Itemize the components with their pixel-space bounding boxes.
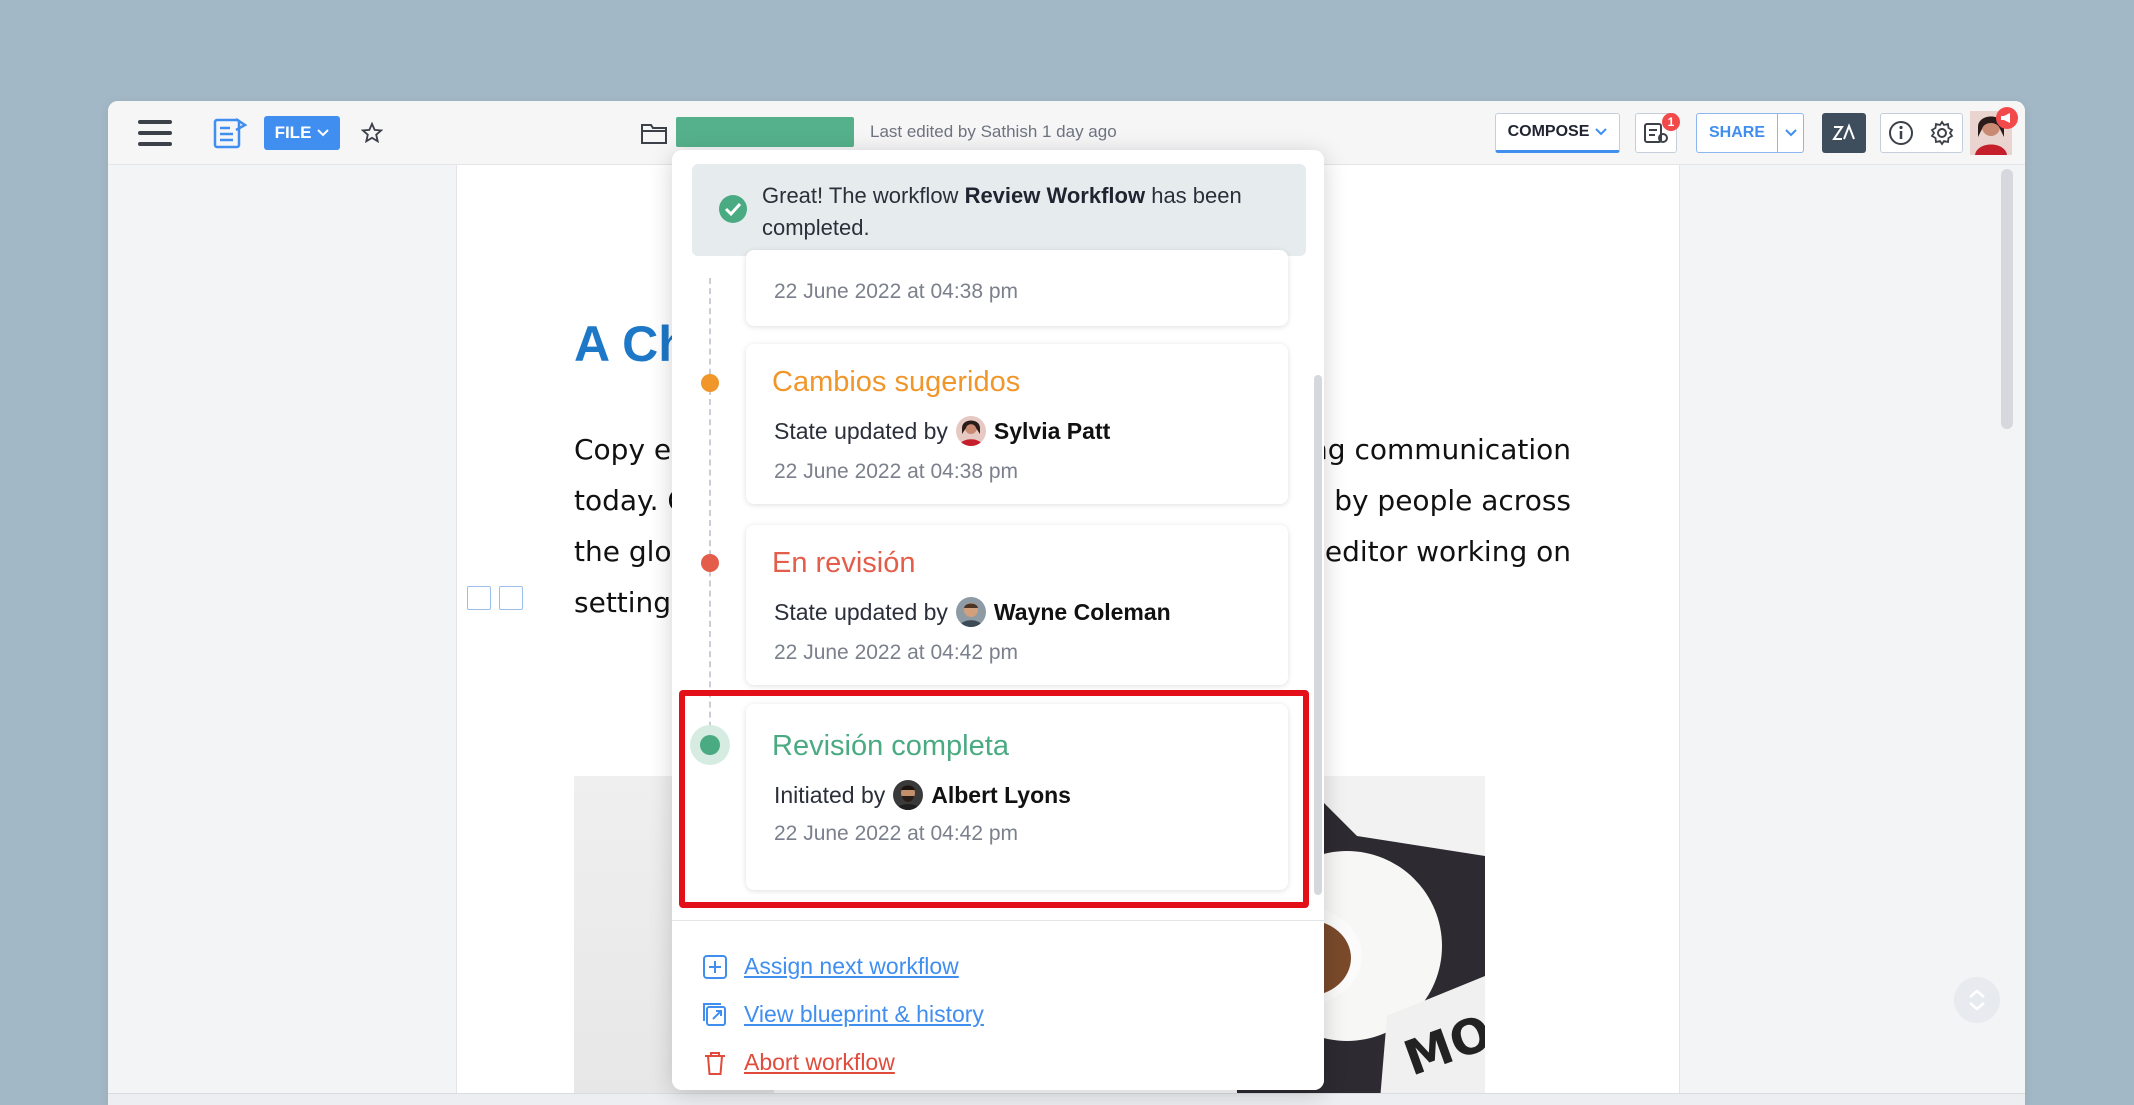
- file-menu-button[interactable]: FILE: [264, 116, 340, 150]
- timeline-card: Cambios sugeridos State updated by Sylvi…: [746, 344, 1288, 504]
- card-state: En revisión: [772, 547, 916, 579]
- timeline-card: En revisión State updated by Wayne Colem…: [746, 525, 1288, 685]
- panel-footer: Assign next workflow View blueprint & hi…: [672, 920, 1324, 1090]
- assign-next-workflow-label: Assign next workflow: [744, 953, 959, 979]
- chevron-down-icon: [1784, 129, 1797, 137]
- compose-button[interactable]: COMPOSE: [1495, 113, 1620, 153]
- success-prefix: Great! The workflow: [762, 183, 965, 208]
- abort-workflow-label: Abort workflow: [744, 1049, 895, 1075]
- info-icon[interactable]: [1880, 113, 1922, 153]
- card-date: 22 June 2022 at 04:42 pm: [774, 641, 1019, 664]
- status-bar: [108, 1093, 2025, 1105]
- view-blueprint-link[interactable]: View blueprint & history: [702, 1001, 984, 1028]
- card-state: Cambios sugeridos: [772, 366, 1021, 398]
- timeline-dot: [701, 374, 719, 392]
- highlight-box: [679, 690, 1309, 908]
- announcement-icon[interactable]: [1996, 107, 2018, 129]
- view-blueprint-label: View blueprint & history: [744, 1001, 984, 1027]
- abort-workflow-link[interactable]: Abort workflow: [702, 1049, 895, 1076]
- paragraph-line: ng communication: [1310, 433, 1571, 466]
- add-block-icon[interactable]: [467, 586, 491, 610]
- workflow-panel: Great! The workflow Review Workflow has …: [672, 150, 1324, 1090]
- menu-icon[interactable]: [138, 120, 172, 146]
- workflow-name: Review Workflow: [964, 183, 1146, 208]
- panel-scrollbar[interactable]: [1314, 375, 1322, 895]
- workflow-success-banner: Great! The workflow Review Workflow has …: [692, 164, 1306, 256]
- paragraph-line: d by people across: [1307, 484, 1571, 517]
- assign-next-workflow-link[interactable]: Assign next workflow: [702, 953, 959, 980]
- document-switch-icon[interactable]: [212, 115, 248, 151]
- card-date: 22 June 2022 at 04:38 pm: [774, 460, 1019, 483]
- paragraph-line: editor working on: [1324, 535, 1571, 568]
- avatar: [955, 597, 986, 627]
- avatar: [955, 416, 986, 446]
- timeline-card: 22 June 2022 at 04:38 pm: [746, 250, 1288, 326]
- timeline-connector: [709, 278, 711, 758]
- check-circle-icon: [719, 195, 747, 223]
- card-actor: State updated by Wayne Coleman: [774, 597, 1171, 627]
- success-message: Great! The workflow Review Workflow has …: [762, 180, 1282, 244]
- folder-icon[interactable]: [638, 118, 670, 148]
- notification-badge: 1: [1662, 113, 1680, 131]
- file-menu-label: FILE: [274, 123, 312, 142]
- window-scrollbar[interactable]: [2001, 169, 2013, 429]
- compose-label: COMPOSE: [1507, 123, 1590, 140]
- actor-label: State updated by: [774, 598, 948, 625]
- block-handles: [467, 586, 523, 610]
- share-button[interactable]: SHARE: [1696, 113, 1778, 153]
- document-title-field[interactable]: [676, 117, 854, 147]
- zia-assistant-icon[interactable]: [1822, 113, 1866, 153]
- actor-label: State updated by: [774, 417, 948, 444]
- card-date: 22 June 2022 at 04:38 pm: [774, 280, 1019, 303]
- actor-name: Wayne Coleman: [993, 598, 1171, 625]
- card-actor: State updated by Sylvia Patt: [774, 416, 1110, 446]
- star-icon[interactable]: [356, 117, 388, 149]
- last-edited-text: Last edited by Sathish 1 day ago: [870, 122, 1117, 141]
- share-options-button[interactable]: [1777, 113, 1804, 153]
- timeline-dot: [701, 554, 719, 572]
- scroll-navigation-icon[interactable]: [1954, 977, 2000, 1023]
- gear-icon[interactable]: [1921, 113, 1963, 153]
- block-menu-icon[interactable]: [499, 586, 523, 610]
- chevron-down-icon: [1595, 128, 1608, 136]
- trash-icon: [705, 1051, 725, 1075]
- external-link-icon: [703, 1002, 726, 1026]
- actor-name: Sylvia Patt: [993, 417, 1111, 444]
- chevron-down-icon: [317, 129, 330, 137]
- plus-square-icon: [703, 954, 727, 979]
